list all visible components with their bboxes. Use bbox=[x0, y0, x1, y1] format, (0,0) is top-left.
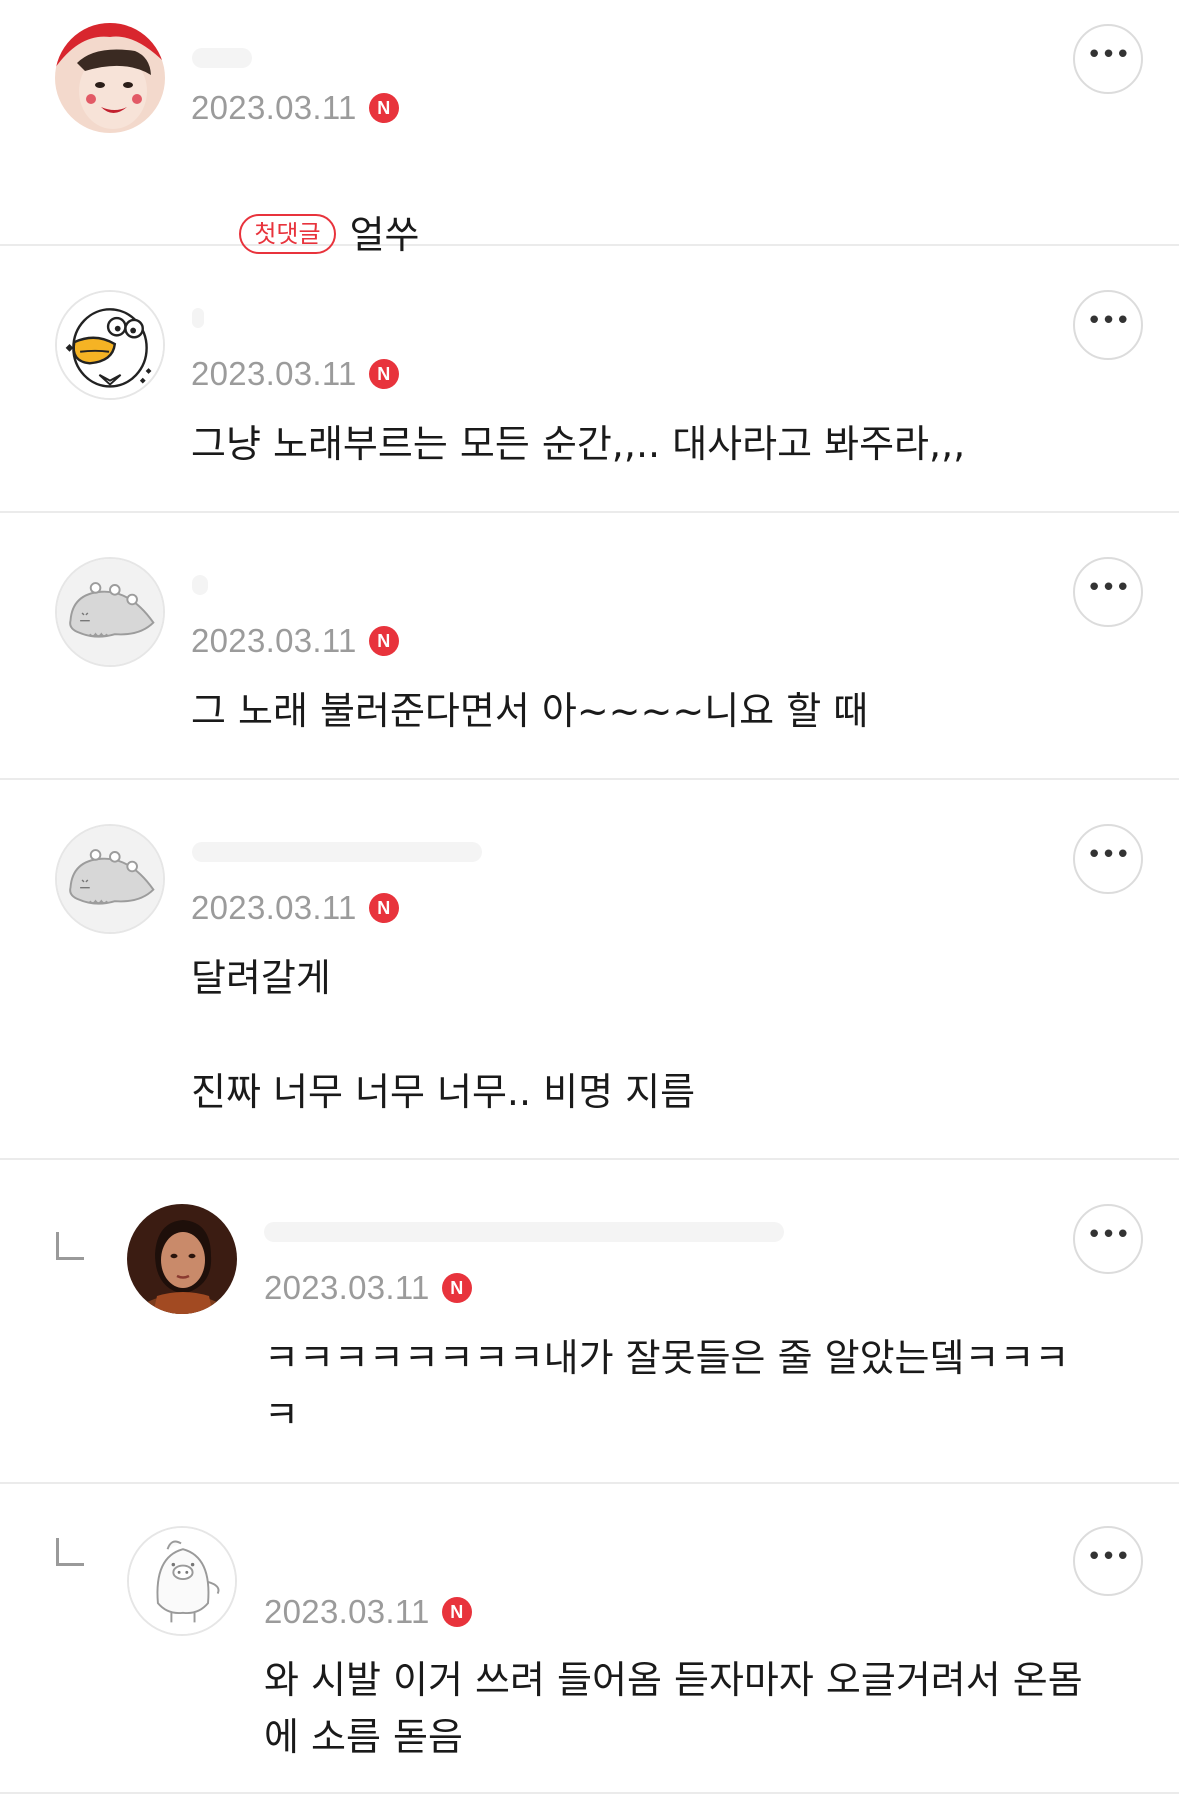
comment-date: 2023.03.11 bbox=[191, 355, 357, 392]
new-badge: N bbox=[368, 93, 399, 123]
reply-arrow-icon bbox=[56, 1538, 84, 1566]
new-badge: N bbox=[368, 893, 399, 923]
more-options-button[interactable]: ••• bbox=[1073, 1526, 1143, 1596]
comment-date: 2023.03.11 bbox=[191, 622, 357, 659]
comment-date: 2023.03.11 bbox=[191, 889, 357, 926]
comment-meta: 2023.03.11 N bbox=[191, 88, 399, 128]
more-icon: ••• bbox=[1086, 573, 1130, 603]
photo-avatar-icon bbox=[55, 23, 165, 133]
more-icon: ••• bbox=[1086, 306, 1130, 336]
blurred-username bbox=[264, 1222, 784, 1242]
blurred-username bbox=[192, 575, 208, 595]
comment-body: 그 노래 불러준다면서 아~~~~니요 할 때 bbox=[191, 689, 869, 733]
reply-comment-item: 2023.03.11 N 와 시발 이거 쓰려 들어옴 듣자마자 오글거려서 온… bbox=[0, 1484, 1179, 1794]
more-icon: ••• bbox=[1086, 1542, 1130, 1572]
comment-item: 2023.03.11 N 그 노래 불러준다면서 아~~~~니요 할 때 ••• bbox=[0, 513, 1179, 780]
new-badge: N bbox=[368, 626, 399, 656]
user-avatar[interactable] bbox=[55, 557, 165, 667]
comment-meta: 2023.03.11 N bbox=[264, 1592, 472, 1632]
comment-item: 2023.03.11 N 달려갈게 진짜 너무 너무 너무.. 비명 지름 ••… bbox=[0, 780, 1179, 1160]
comment-date: 2023.03.11 bbox=[264, 1593, 430, 1630]
comment-body: 달려갈게 진짜 너무 너무 너무.. 비명 지름 bbox=[191, 956, 696, 1114]
duck-character-icon bbox=[57, 292, 163, 398]
more-options-button[interactable]: ••• bbox=[1073, 290, 1143, 360]
more-icon: ••• bbox=[1086, 1220, 1130, 1250]
new-badge: N bbox=[441, 1273, 472, 1303]
dino-default-icon bbox=[57, 559, 163, 665]
comment-meta: 2023.03.11 N bbox=[191, 621, 399, 661]
more-options-button[interactable]: ••• bbox=[1073, 1204, 1143, 1274]
blurred-username bbox=[192, 842, 482, 862]
user-avatar[interactable] bbox=[55, 23, 165, 133]
user-avatar[interactable] bbox=[127, 1526, 237, 1636]
more-icon: ••• bbox=[1086, 40, 1130, 70]
reply-arrow-icon bbox=[56, 1232, 84, 1260]
comment-date: 2023.03.11 bbox=[264, 1269, 430, 1306]
more-options-button[interactable]: ••• bbox=[1073, 24, 1143, 94]
comment-body: ㅋㅋㅋㅋㅋㅋㅋㅋ내가 잘못들은 줄 알았는뎈ㅋㅋㅋ ㅋ bbox=[264, 1336, 1070, 1437]
comment-date: 2023.03.11 bbox=[191, 89, 357, 126]
user-avatar[interactable] bbox=[55, 290, 165, 400]
more-options-button[interactable]: ••• bbox=[1073, 824, 1143, 894]
comment-body: 와 시발 이거 쓰려 들어옴 듣자마자 오글거려서 온몸 에 소름 돋음 bbox=[264, 1658, 1083, 1759]
new-badge: N bbox=[441, 1597, 472, 1627]
comment-item: 2023.03.11 N 그냥 노래부르는 모든 순간,,.. 대사라고 봐주라… bbox=[0, 246, 1179, 513]
comment-meta: 2023.03.11 N bbox=[191, 354, 399, 394]
comment-body: 그냥 노래부르는 모든 순간,,.. 대사라고 봐주라,,, bbox=[191, 422, 966, 466]
user-avatar[interactable] bbox=[55, 824, 165, 934]
dino-default-icon bbox=[57, 826, 163, 932]
blurred-username bbox=[192, 48, 252, 68]
more-icon: ••• bbox=[1086, 840, 1130, 870]
pig-character-icon bbox=[129, 1528, 235, 1634]
reply-comment-item: 2023.03.11 N ㅋㅋㅋㅋㅋㅋㅋㅋ내가 잘못들은 줄 알았는뎈ㅋㅋㅋ ㅋ… bbox=[0, 1160, 1179, 1484]
more-options-button[interactable]: ••• bbox=[1073, 557, 1143, 627]
user-avatar[interactable] bbox=[127, 1204, 237, 1314]
new-badge: N bbox=[368, 359, 399, 389]
comment-meta: 2023.03.11 N bbox=[191, 888, 399, 928]
comment-meta: 2023.03.11 N bbox=[264, 1268, 472, 1308]
photo-avatar-icon bbox=[127, 1204, 237, 1314]
blurred-username bbox=[192, 308, 204, 328]
comment-item: 2023.03.11 N 첫댓글 얼쑤 ••• bbox=[0, 0, 1179, 257]
